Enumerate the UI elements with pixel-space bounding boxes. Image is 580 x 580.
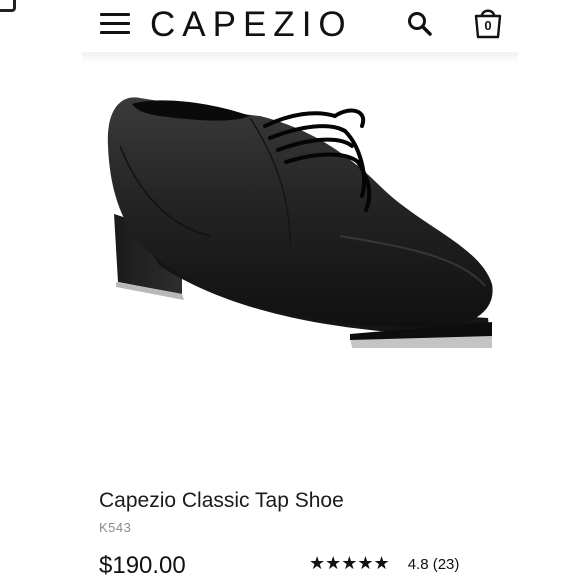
product-sku: K543 xyxy=(99,520,132,535)
header-divider xyxy=(82,52,518,64)
checkbox-icon[interactable] xyxy=(0,0,16,12)
search-icon[interactable] xyxy=(406,10,434,38)
cart-count-badge: 0 xyxy=(484,18,492,33)
shopping-bag-icon[interactable]: 0 xyxy=(472,6,504,40)
rating-summary: 4.8 (23) xyxy=(407,555,460,573)
product-image[interactable] xyxy=(100,86,500,366)
brand-logo[interactable]: CAPEZIO xyxy=(150,5,353,45)
page: CAPEZIO 0 Capezio Classic Tap Shoe K543 … xyxy=(0,0,580,580)
star-rating-icon: ★★★★★ xyxy=(309,553,390,574)
product-title[interactable]: Capezio Classic Tap Shoe xyxy=(99,489,344,513)
site-header: CAPEZIO 0 xyxy=(82,0,518,52)
product-rating[interactable]: ★★★★★ 4.8 (23) xyxy=(309,553,459,575)
hamburger-menu-icon[interactable] xyxy=(100,13,130,35)
product-price: $190.00 xyxy=(99,552,186,579)
